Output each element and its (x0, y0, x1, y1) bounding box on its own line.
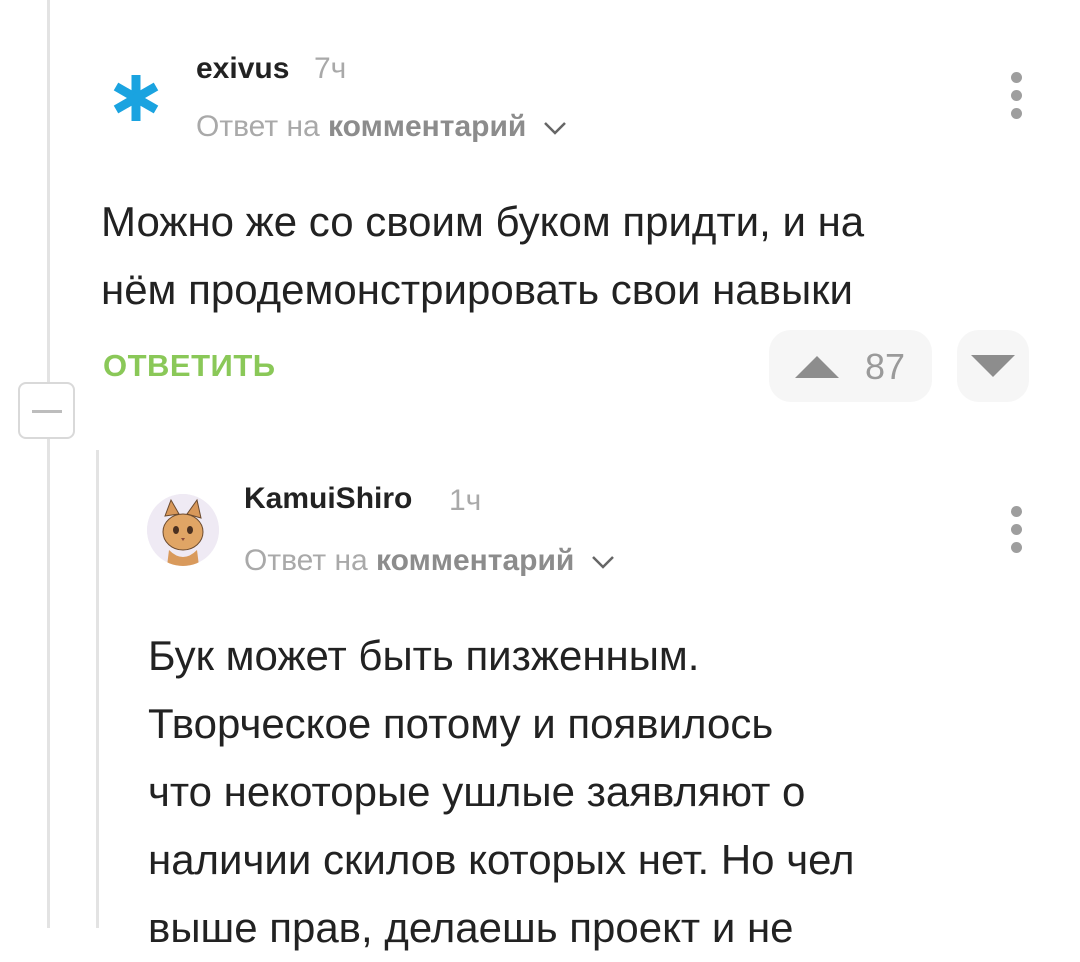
chevron-down-icon (591, 556, 614, 569)
reply-to-target[interactable]: комментарий (328, 110, 526, 143)
comment-time: 7ч (314, 52, 347, 85)
chevron-down-icon (543, 122, 566, 135)
reply-to-prefix: Ответ на (196, 110, 320, 143)
thread-line-outer (47, 0, 50, 382)
more-options-icon[interactable] (1009, 506, 1023, 560)
more-options-icon[interactable] (1009, 72, 1023, 126)
triangle-down-icon (971, 355, 1015, 377)
minus-icon (32, 410, 62, 413)
thread-line-nested (96, 450, 99, 928)
asterisk-avatar-icon[interactable] (110, 72, 162, 124)
user-avatar[interactable] (147, 494, 219, 566)
comment-time: 1ч (449, 484, 482, 517)
triangle-up-icon (795, 356, 839, 378)
reply-to-target[interactable]: комментарий (376, 544, 574, 577)
upvote-button[interactable]: 87 (769, 330, 932, 402)
comment-author[interactable]: exivus (196, 52, 289, 86)
collapse-thread-button[interactable] (18, 382, 75, 439)
thread-line-outer-lower (47, 439, 50, 928)
downvote-button[interactable] (957, 330, 1029, 402)
cat-avatar-icon (147, 494, 219, 566)
reply-button[interactable]: ОТВЕТИТЬ (103, 348, 276, 384)
comment-author[interactable]: KamuiShiro (244, 482, 412, 516)
reply-to-prefix: Ответ на (244, 544, 368, 577)
reply-to-link[interactable]: Ответ на комментарий (196, 110, 567, 144)
rating-count: 87 (865, 346, 906, 387)
reply-to-link[interactable]: Ответ на комментарий (244, 544, 615, 578)
comment-text: Можно же со своим буком придти, и на нём… (101, 198, 865, 313)
comment-text: Бук может быть пизженным. Творческое пот… (148, 632, 855, 951)
